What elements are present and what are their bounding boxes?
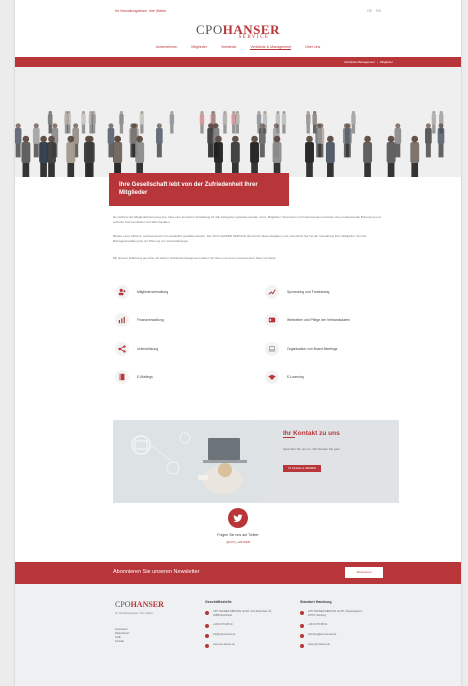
- footer-col-hamburg: Standort Hamburg CPO HANSER SERVICE GmbH…: [300, 600, 370, 653]
- footer-col-title: Standort Hamburg: [300, 600, 332, 604]
- feature-item[interactable]: Finanzverwaltung: [115, 313, 164, 327]
- crowd-illustration: [15, 67, 461, 177]
- main-nav: Unternehmen Mitglieder Verbände Verbände…: [15, 45, 461, 50]
- footer-logo[interactable]: CPOHANSER: [115, 600, 164, 609]
- book-icon: [115, 370, 129, 384]
- footer-address: CPO HANSER SERVICE GmbH, Zum Ehrenhain 3…: [213, 610, 272, 617]
- feature-label: Organisation von Board Meetings: [287, 347, 338, 351]
- share-icon: [115, 342, 129, 356]
- globe-icon: [300, 643, 304, 648]
- contact-title: Ihr Kontakt zu uns: [283, 430, 340, 437]
- site-logo[interactable]: CPOHANSER SERVICE: [15, 22, 461, 40]
- nav-item-mitglieder[interactable]: Mitglieder: [191, 45, 207, 50]
- twitter-title: Folgen Sie uns auf Twitter: [217, 533, 259, 537]
- contact-image: [113, 420, 261, 503]
- lang-en[interactable]: EN: [376, 9, 381, 13]
- breadcrumb: Verbände Management › Mitglieder: [15, 57, 461, 67]
- logo-subtitle: SERVICE: [238, 35, 270, 40]
- footer: CPOHANSER Ihr Verwaltungsteam. Ihre Stär…: [15, 584, 461, 686]
- feature-item[interactable]: Sponsoring und Fundraising: [265, 285, 329, 299]
- twitter-section: Folgen Sie uns auf Twitter @CPO_HANSER: [15, 508, 461, 544]
- twitter-icon[interactable]: [228, 508, 248, 528]
- hero-title: Ihre Gesellschaft lebt von der Zufrieden…: [109, 173, 289, 206]
- footer-phone[interactable]: +49 40 670 88 20: [213, 623, 233, 628]
- contact-text: Sprechen Sie uns an. Wir beraten Sie ger…: [283, 447, 341, 451]
- location-icon: [205, 611, 209, 615]
- intro-paragraph-3: Mit unserer Erfahrung aus über 40 Jahren…: [113, 256, 277, 260]
- newsletter-bar: Abonnieren Sie unseren Newsletter Abonni…: [15, 562, 461, 584]
- feature-label: Finanzverwaltung: [137, 318, 164, 322]
- footer-col-office: Geschäftsstelle CPO HANSER SERVICE GmbH,…: [205, 600, 275, 653]
- mail-icon: [205, 633, 209, 638]
- newsletter-label: Abonnieren Sie unseren Newsletter: [113, 569, 200, 575]
- breadcrumb-item-current: Mitglieder: [379, 60, 393, 64]
- location-icon: [300, 611, 304, 615]
- footer-mail[interactable]: hamburg@cpo-hanser.de: [308, 633, 336, 638]
- globe-icon: [205, 643, 209, 648]
- members-icon: [115, 285, 129, 299]
- nav-item-ueber-uns[interactable]: Über Uns: [305, 45, 320, 50]
- footer-address: CPO HANSER SERVICE GmbH, Paulsenplatz 6,…: [308, 610, 363, 617]
- feature-label: E-Learning: [287, 375, 304, 379]
- feature-item[interactable]: Unterstützung: [115, 342, 158, 356]
- contact-section: Ihr Kontakt zu uns Sprechen Sie uns an. …: [113, 420, 399, 503]
- feature-label: Webseiten und Pflege der Verbandsdaten: [287, 318, 350, 322]
- feature-label: Sponsoring und Fundraising: [287, 290, 330, 294]
- intro-paragraph-1: Es zeichnet die Mitgliederbetreuung aus,…: [113, 215, 381, 224]
- feature-label: Mitgliederverwaltung: [137, 290, 169, 294]
- logo-text-left: CPO: [196, 22, 223, 37]
- footer-web[interactable]: www.cpo-hanser.de: [213, 643, 235, 648]
- chart-up-icon: [265, 285, 279, 299]
- newsletter-subscribe-button[interactable]: Abonnieren: [345, 567, 383, 578]
- laptop-icon: [265, 342, 279, 356]
- page: Ihr Verwaltungsteam. Ihre Stärke. DE EN …: [15, 0, 461, 686]
- feature-item[interactable]: E-Mailings: [115, 370, 153, 384]
- feature-item[interactable]: Mitgliederverwaltung: [115, 285, 168, 299]
- language-switcher: DE EN: [367, 9, 381, 13]
- contact-divider: [283, 437, 295, 438]
- contact-button[interactable]: Ihr Kontakt zu HANSER: [283, 465, 321, 472]
- mail-icon: [300, 633, 304, 638]
- footer-web[interactable]: www.cpo-hanser.de: [308, 643, 330, 648]
- id-card-icon: [265, 313, 279, 327]
- feature-item[interactable]: Organisation von Board Meetings: [265, 342, 337, 356]
- phone-icon: [300, 623, 304, 628]
- footer-logo-subtitle: Ihr Verwaltungsteam. Ihre Stärke.: [115, 612, 154, 615]
- footer-links: Impressum Datenschutz AGB Kontakt: [115, 628, 129, 645]
- hero-image: [15, 67, 461, 177]
- footer-col-title: Geschäftsstelle: [205, 600, 232, 604]
- footer-link-kontakt[interactable]: Kontakt: [115, 640, 129, 644]
- nav-item-management[interactable]: Verbände & Management: [250, 45, 292, 50]
- phone-icon: [205, 623, 209, 628]
- lang-de[interactable]: DE: [367, 9, 372, 13]
- twitter-handle[interactable]: @CPO_HANSER: [15, 540, 461, 544]
- breadcrumb-item-parent[interactable]: Verbände Management: [344, 60, 375, 64]
- topbar: Ihr Verwaltungsteam. Ihre Stärke. DE EN: [15, 0, 461, 22]
- intro-paragraph-2: Beides muss effizient, vertrauensvoll un…: [113, 234, 367, 243]
- feature-item[interactable]: Webseiten und Pflege der Verbandsdaten: [265, 313, 350, 327]
- feature-label: E-Mailings: [137, 375, 153, 379]
- feature-item[interactable]: E-Learning: [265, 370, 304, 384]
- topbar-tagline: Ihr Verwaltungsteam. Ihre Stärke.: [115, 9, 167, 13]
- nav-item-unternehmen[interactable]: Unternehmen: [156, 45, 178, 50]
- graduation-cap-icon: [265, 370, 279, 384]
- footer-phone[interactable]: +49 40 670 88 21: [308, 623, 328, 628]
- footer-mail[interactable]: info@cpo-hanser.de: [213, 633, 235, 638]
- feature-label: Unterstützung: [137, 347, 159, 351]
- bar-chart-icon: [115, 313, 129, 327]
- nav-item-verbaende[interactable]: Verbände: [221, 45, 236, 50]
